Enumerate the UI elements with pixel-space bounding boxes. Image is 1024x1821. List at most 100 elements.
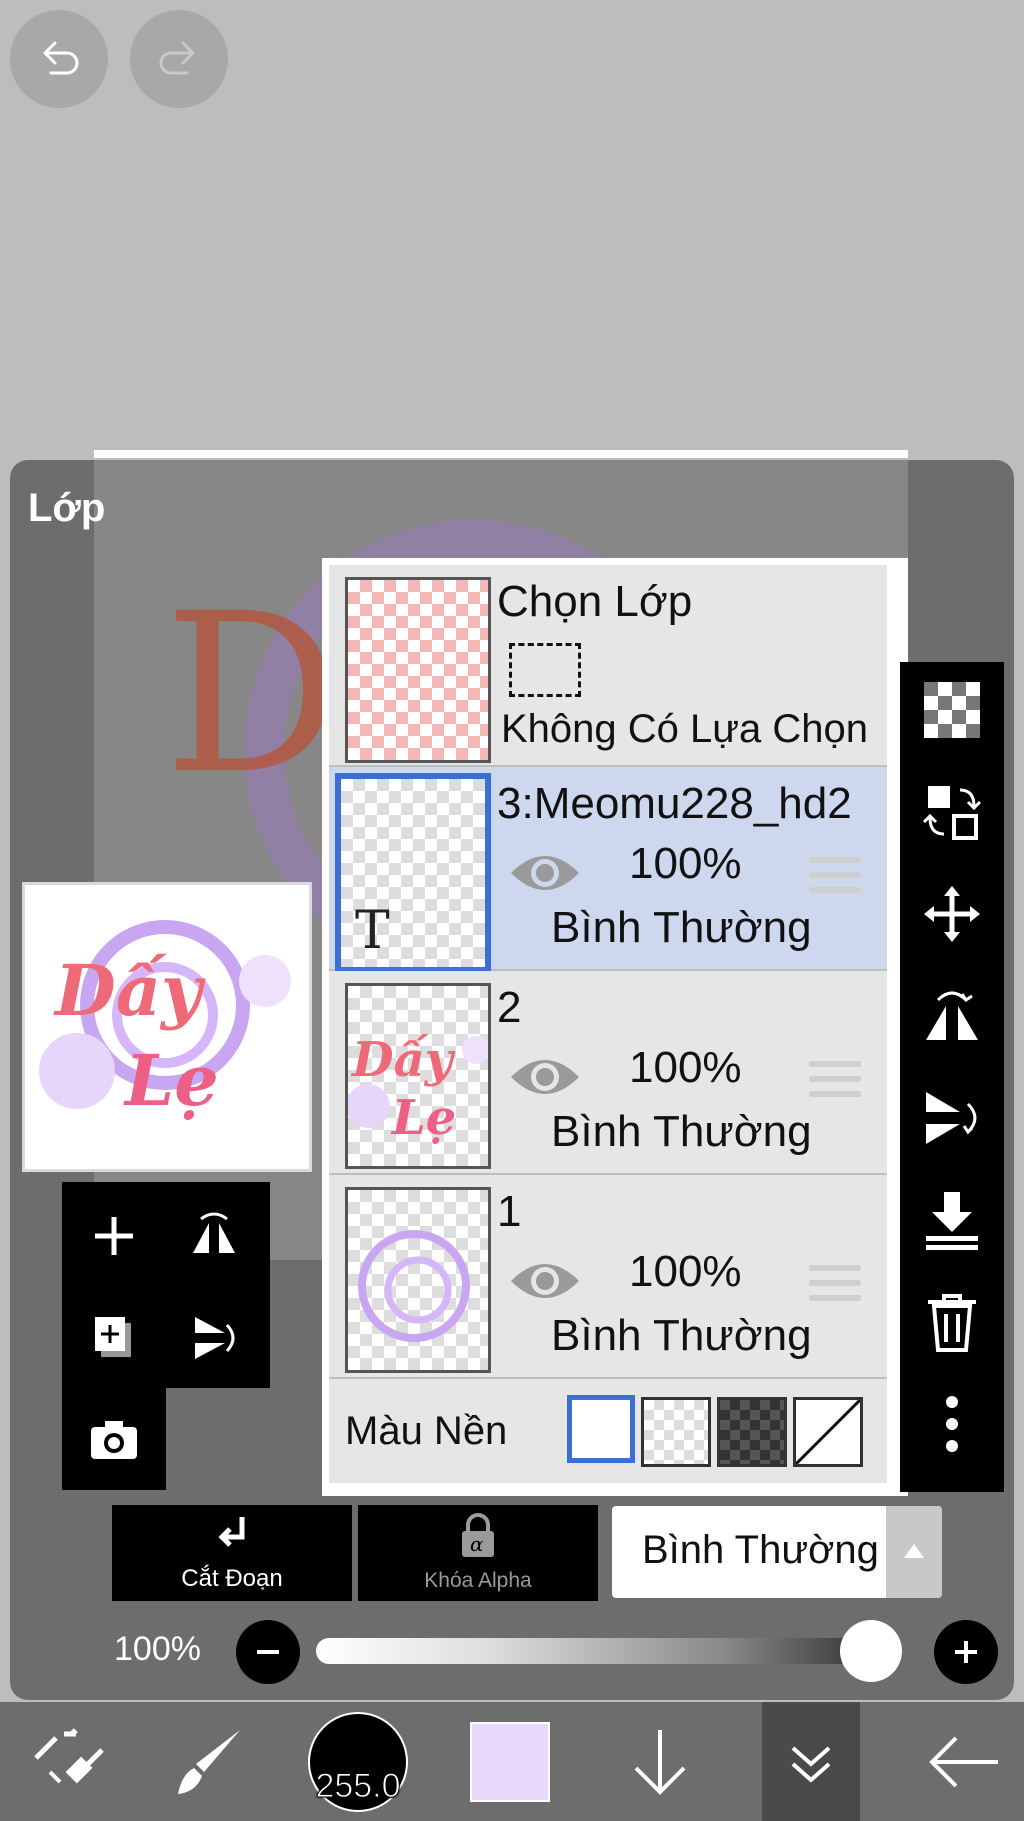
merge-down-button[interactable] — [916, 1184, 988, 1256]
camera-icon — [91, 1421, 137, 1459]
redo-button[interactable] — [130, 10, 228, 108]
opacity-decrease-button[interactable] — [236, 1620, 300, 1684]
clipping-arrow-icon — [218, 1517, 245, 1547]
svg-text:Lẹ: Lẹ — [123, 1039, 219, 1122]
move-button[interactable] — [916, 878, 988, 950]
layer-row[interactable]: T 3:Meomu228_hd2 100% Bình Thường — [329, 767, 887, 973]
layer-blend-mode: Bình Thường — [551, 903, 812, 952]
background-label: Màu Nền — [345, 1409, 508, 1453]
background-row: Màu Nền — [329, 1379, 887, 1483]
layer-name: 2 — [497, 983, 522, 1032]
transform-tool-button[interactable] — [14, 1702, 114, 1821]
alpha-lock-label: Khóa Alpha — [424, 1569, 532, 1592]
plus-icon — [955, 1641, 977, 1663]
visibility-eye-icon[interactable] — [507, 1253, 583, 1309]
bg-white-swatch[interactable] — [567, 1395, 635, 1463]
drag-handle-icon[interactable] — [809, 857, 861, 897]
checker-icon — [924, 682, 980, 738]
duplicate-layer-icon — [95, 1317, 131, 1357]
bg-dark-checker-swatch[interactable] — [717, 1397, 787, 1467]
selection-subtitle: Không Có Lựa Chọn — [501, 707, 869, 751]
layer-name: 3:Meomu228_hd2 — [497, 779, 852, 828]
flip-v-button[interactable] — [916, 1082, 988, 1154]
brush-icon — [178, 1729, 240, 1794]
move-icon — [924, 886, 980, 942]
brush-tool-button[interactable] — [160, 1702, 260, 1821]
bg-transparent-swatch[interactable] — [641, 1397, 711, 1467]
minus-icon — [257, 1650, 279, 1654]
camera-button[interactable] — [82, 1408, 146, 1472]
blend-mode-dropdown[interactable] — [886, 1506, 942, 1598]
arrow-down-icon — [634, 1729, 686, 1795]
add-layer-button[interactable] — [82, 1204, 146, 1268]
bg-none-swatch[interactable] — [793, 1397, 863, 1467]
selection-title: Chọn Lớp — [497, 577, 693, 626]
flip-horizontal-icon — [926, 991, 978, 1040]
move-down-button[interactable] — [610, 1702, 710, 1821]
layer-opacity: 100% — [629, 1247, 742, 1296]
selection-thumbnail — [345, 577, 491, 763]
canvas-thumbnail[interactable]: Dấy Lẹ — [22, 882, 312, 1172]
opacity-slider-knob[interactable] — [840, 1620, 902, 1682]
flip-vertical-button[interactable] — [182, 1306, 246, 1370]
flip-vertical-icon — [926, 1092, 977, 1144]
lock-icon: α — [462, 1513, 494, 1557]
layer-panel: D Lớp Dấy Lẹ Chọn Lớp Không Có Lựa Chọn … — [10, 460, 1014, 1700]
flip-h-button[interactable] — [916, 980, 988, 1052]
brush-size-value: 255.0 — [315, 1766, 401, 1805]
more-options-button[interactable] — [916, 1388, 988, 1460]
color-swatch-button[interactable] — [470, 1702, 550, 1821]
drag-handle-icon[interactable] — [809, 1061, 861, 1101]
duplicate-layer-button[interactable] — [82, 1306, 146, 1370]
bottom-toolbar: 255.0 — [0, 1702, 1024, 1821]
svg-text:Lẹ: Lẹ — [390, 1090, 456, 1146]
layer-blend-mode: Bình Thường — [551, 1107, 812, 1156]
svg-text:Dấy: Dấy — [350, 1032, 456, 1088]
plus-icon — [95, 1217, 133, 1255]
marquee-icon — [509, 643, 581, 697]
arrow-left-icon — [929, 1736, 998, 1787]
back-button[interactable] — [914, 1702, 1014, 1821]
svg-text:α: α — [470, 1532, 484, 1556]
flip-vertical-icon — [195, 1317, 235, 1359]
swap-layers-button[interactable] — [916, 776, 988, 848]
layer-row[interactable]: Dấy Lẹ 2 100% Bình Thường — [329, 971, 887, 1176]
merge-down-icon — [926, 1192, 978, 1250]
opacity-label: 100% — [114, 1630, 201, 1668]
layer-list: Chọn Lớp Không Có Lựa Chọn T 3:Meomu228_… — [322, 558, 908, 1496]
brush-size-circle: 255.0 — [308, 1711, 408, 1812]
drag-handle-icon[interactable] — [809, 1265, 861, 1305]
flip-horizontal-button[interactable] — [182, 1204, 246, 1268]
current-color-swatch — [470, 1721, 550, 1802]
selection-layer-row[interactable]: Chọn Lớp Không Có Lựa Chọn — [329, 565, 887, 768]
collapse-panel-button[interactable] — [762, 1702, 860, 1821]
brush-size-button[interactable]: 255.0 — [306, 1702, 410, 1821]
triangle-up-icon — [904, 1544, 924, 1558]
layer-row[interactable]: 1 100% Bình Thường — [329, 1175, 887, 1380]
clipping-label: Cắt Đoạn — [181, 1565, 283, 1592]
alpha-lock-button[interactable]: α Khóa Alpha — [358, 1505, 598, 1601]
svg-text:D: D — [164, 566, 340, 822]
svg-text:Dấy: Dấy — [53, 949, 206, 1032]
text-layer-icon: T — [355, 901, 390, 961]
opacity-slider[interactable] — [316, 1638, 902, 1664]
delete-layer-button[interactable] — [916, 1286, 988, 1358]
visibility-eye-icon[interactable] — [507, 1049, 583, 1105]
visibility-eye-icon[interactable] — [507, 845, 583, 901]
trash-icon — [928, 1294, 976, 1352]
undo-icon — [43, 41, 79, 75]
undo-button[interactable] — [10, 10, 108, 108]
layer-thumbnail: T — [335, 773, 491, 973]
layer-blend-mode: Bình Thường — [551, 1311, 812, 1360]
layer-name: 1 — [497, 1187, 522, 1236]
opacity-increase-button[interactable] — [934, 1620, 998, 1684]
flip-horizontal-icon — [193, 1212, 235, 1253]
layer-opacity: 100% — [629, 1043, 742, 1092]
transparent-fill-button[interactable] — [916, 674, 988, 746]
blend-mode-value: Bình Thường — [642, 1528, 879, 1572]
blend-mode-select[interactable]: Bình Thường — [612, 1506, 942, 1598]
panel-title: Lớp — [28, 486, 106, 530]
layer-opacity: 100% — [629, 839, 742, 888]
clipping-button[interactable]: Cắt Đoạn — [112, 1505, 352, 1601]
right-toolbar — [900, 662, 1004, 1492]
